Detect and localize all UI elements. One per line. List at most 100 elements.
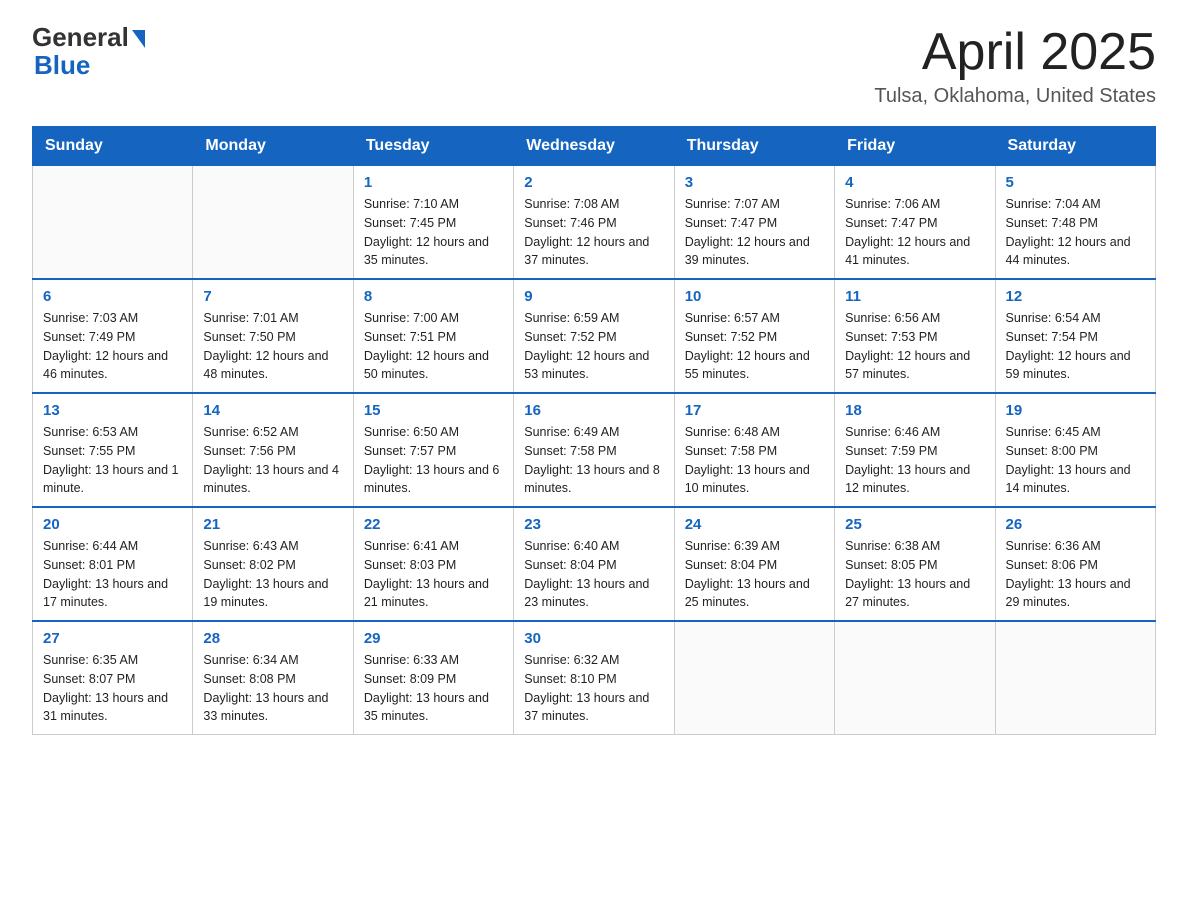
calendar-week-row: 20 Sunrise: 6:44 AMSunset: 8:01 PMDayligh…	[33, 507, 1156, 621]
calendar-day-cell: 24Sunrise: 6:39 AMSunset: 8:04 PMDayligh…	[674, 507, 834, 621]
calendar-day-cell: 27Sunrise: 6:35 AMSunset: 8:07 PMDayligh…	[33, 621, 193, 735]
calendar-day-cell: 11Sunrise: 6:56 AMSunset: 7:53 PMDayligh…	[835, 279, 995, 393]
day-number: 23	[524, 516, 663, 533]
calendar-day-cell: 13 Sunrise: 6:53 AMSunset: 7:55 PMDayligh…	[33, 393, 193, 507]
page-header: General Blue April 2025 Tulsa, Oklahoma,…	[32, 24, 1156, 108]
day-number: 30	[524, 630, 663, 647]
calendar-week-row: 27Sunrise: 6:35 AMSunset: 8:07 PMDayligh…	[33, 621, 1156, 735]
day-info: Sunrise: 7:03 AMSunset: 7:49 PMDaylight:…	[43, 309, 182, 384]
calendar-header-tuesday: Tuesday	[353, 127, 513, 166]
calendar-table: SundayMondayTuesdayWednesdayThursdayFrid…	[32, 126, 1156, 735]
logo-blue-text: Blue	[34, 50, 90, 81]
calendar-day-cell: 23 Sunrise: 6:40 AMSunset: 8:04 PMDayligh…	[514, 507, 674, 621]
day-number: 16	[524, 402, 663, 419]
calendar-day-cell: 30Sunrise: 6:32 AMSunset: 8:10 PMDayligh…	[514, 621, 674, 735]
day-info: Sunrise: 6:44 AMSunset: 8:01 PMDaylight:…	[43, 537, 182, 612]
day-number: 8	[364, 288, 503, 305]
day-info: Sunrise: 6:36 AMSunset: 8:06 PMDaylight:…	[1006, 537, 1145, 612]
calendar-day-cell: 19 Sunrise: 6:45 AMSunset: 8:00 PMDayligh…	[995, 393, 1155, 507]
day-info: Sunrise: 6:53 AMSunset: 7:55 PMDaylight:…	[43, 423, 182, 498]
day-number: 29	[364, 630, 503, 647]
day-info: Sunrise: 6:34 AMSunset: 8:08 PMDaylight:…	[203, 651, 342, 726]
day-info: Sunrise: 6:49 AMSunset: 7:58 PMDaylight:…	[524, 423, 663, 498]
day-number: 14	[203, 402, 342, 419]
day-info: Sunrise: 6:40 AMSunset: 8:04 PMDaylight:…	[524, 537, 663, 612]
day-number: 6	[43, 288, 182, 305]
calendar-day-cell: 18 Sunrise: 6:46 AMSunset: 7:59 PMDayligh…	[835, 393, 995, 507]
day-info: Sunrise: 6:38 AMSunset: 8:05 PMDaylight:…	[845, 537, 984, 612]
calendar-week-row: 1 Sunrise: 7:10 AMSunset: 7:45 PMDaylight…	[33, 166, 1156, 280]
day-number: 9	[524, 288, 663, 305]
calendar-header-sunday: Sunday	[33, 127, 193, 166]
day-info: Sunrise: 6:54 AMSunset: 7:54 PMDaylight:…	[1006, 309, 1145, 384]
day-info: Sunrise: 7:06 AMSunset: 7:47 PMDaylight:…	[845, 195, 984, 270]
logo-arrow-icon	[132, 30, 145, 48]
calendar-day-cell: 22Sunrise: 6:41 AMSunset: 8:03 PMDayligh…	[353, 507, 513, 621]
calendar-day-cell: 15Sunrise: 6:50 AMSunset: 7:57 PMDayligh…	[353, 393, 513, 507]
day-info: Sunrise: 7:08 AMSunset: 7:46 PMDaylight:…	[524, 195, 663, 270]
day-number: 17	[685, 402, 824, 419]
calendar-day-cell	[835, 621, 995, 735]
day-number: 12	[1006, 288, 1145, 305]
day-number: 1	[364, 174, 503, 191]
calendar-day-cell: 8 Sunrise: 7:00 AMSunset: 7:51 PMDaylight…	[353, 279, 513, 393]
day-number: 4	[845, 174, 984, 191]
day-info: Sunrise: 6:56 AMSunset: 7:53 PMDaylight:…	[845, 309, 984, 384]
day-info: Sunrise: 6:59 AMSunset: 7:52 PMDaylight:…	[524, 309, 663, 384]
calendar-day-cell: 17 Sunrise: 6:48 AMSunset: 7:58 PMDayligh…	[674, 393, 834, 507]
calendar-day-cell: 16 Sunrise: 6:49 AMSunset: 7:58 PMDayligh…	[514, 393, 674, 507]
day-number: 10	[685, 288, 824, 305]
day-info: Sunrise: 6:33 AMSunset: 8:09 PMDaylight:…	[364, 651, 503, 726]
day-number: 19	[1006, 402, 1145, 419]
day-number: 22	[364, 516, 503, 533]
day-number: 15	[364, 402, 503, 419]
calendar-header-thursday: Thursday	[674, 127, 834, 166]
calendar-day-cell: 7 Sunrise: 7:01 AMSunset: 7:50 PMDaylight…	[193, 279, 353, 393]
calendar-header-monday: Monday	[193, 127, 353, 166]
day-info: Sunrise: 6:45 AMSunset: 8:00 PMDaylight:…	[1006, 423, 1145, 498]
day-info: Sunrise: 7:10 AMSunset: 7:45 PMDaylight:…	[364, 195, 503, 270]
day-number: 28	[203, 630, 342, 647]
calendar-day-cell: 25Sunrise: 6:38 AMSunset: 8:05 PMDayligh…	[835, 507, 995, 621]
calendar-day-cell: 3Sunrise: 7:07 AMSunset: 7:47 PMDaylight…	[674, 166, 834, 280]
day-number: 26	[1006, 516, 1145, 533]
day-number: 20	[43, 516, 182, 533]
day-number: 3	[685, 174, 824, 191]
calendar-day-cell: 10 Sunrise: 6:57 AMSunset: 7:52 PMDayligh…	[674, 279, 834, 393]
calendar-day-cell	[33, 166, 193, 280]
day-info: Sunrise: 6:48 AMSunset: 7:58 PMDaylight:…	[685, 423, 824, 498]
day-info: Sunrise: 6:57 AMSunset: 7:52 PMDaylight:…	[685, 309, 824, 384]
day-number: 18	[845, 402, 984, 419]
calendar-header-wednesday: Wednesday	[514, 127, 674, 166]
logo: General Blue	[32, 24, 145, 81]
calendar-header-friday: Friday	[835, 127, 995, 166]
day-info: Sunrise: 7:01 AMSunset: 7:50 PMDaylight:…	[203, 309, 342, 384]
day-number: 5	[1006, 174, 1145, 191]
calendar-week-row: 13 Sunrise: 6:53 AMSunset: 7:55 PMDayligh…	[33, 393, 1156, 507]
logo-general-text: General	[32, 24, 129, 50]
calendar-day-cell: 6 Sunrise: 7:03 AMSunset: 7:49 PMDaylight…	[33, 279, 193, 393]
day-info: Sunrise: 6:39 AMSunset: 8:04 PMDaylight:…	[685, 537, 824, 612]
day-info: Sunrise: 6:46 AMSunset: 7:59 PMDaylight:…	[845, 423, 984, 498]
calendar-day-cell: 21 Sunrise: 6:43 AMSunset: 8:02 PMDayligh…	[193, 507, 353, 621]
day-number: 2	[524, 174, 663, 191]
calendar-day-cell: 9 Sunrise: 6:59 AMSunset: 7:52 PMDaylight…	[514, 279, 674, 393]
day-number: 21	[203, 516, 342, 533]
calendar-day-cell: 20 Sunrise: 6:44 AMSunset: 8:01 PMDayligh…	[33, 507, 193, 621]
day-info: Sunrise: 6:52 AMSunset: 7:56 PMDaylight:…	[203, 423, 342, 498]
calendar-header-saturday: Saturday	[995, 127, 1155, 166]
calendar-day-cell	[995, 621, 1155, 735]
day-number: 27	[43, 630, 182, 647]
day-info: Sunrise: 7:00 AMSunset: 7:51 PMDaylight:…	[364, 309, 503, 384]
day-info: Sunrise: 7:04 AMSunset: 7:48 PMDaylight:…	[1006, 195, 1145, 270]
calendar-day-cell: 2 Sunrise: 7:08 AMSunset: 7:46 PMDaylight…	[514, 166, 674, 280]
page-subtitle: Tulsa, Oklahoma, United States	[874, 85, 1156, 108]
page-title: April 2025	[874, 24, 1156, 81]
calendar-day-cell: 14 Sunrise: 6:52 AMSunset: 7:56 PMDayligh…	[193, 393, 353, 507]
day-number: 13	[43, 402, 182, 419]
day-info: Sunrise: 6:43 AMSunset: 8:02 PMDaylight:…	[203, 537, 342, 612]
calendar-header-row: SundayMondayTuesdayWednesdayThursdayFrid…	[33, 127, 1156, 166]
calendar-day-cell: 29 Sunrise: 6:33 AMSunset: 8:09 PMDayligh…	[353, 621, 513, 735]
calendar-day-cell: 1 Sunrise: 7:10 AMSunset: 7:45 PMDaylight…	[353, 166, 513, 280]
day-number: 7	[203, 288, 342, 305]
